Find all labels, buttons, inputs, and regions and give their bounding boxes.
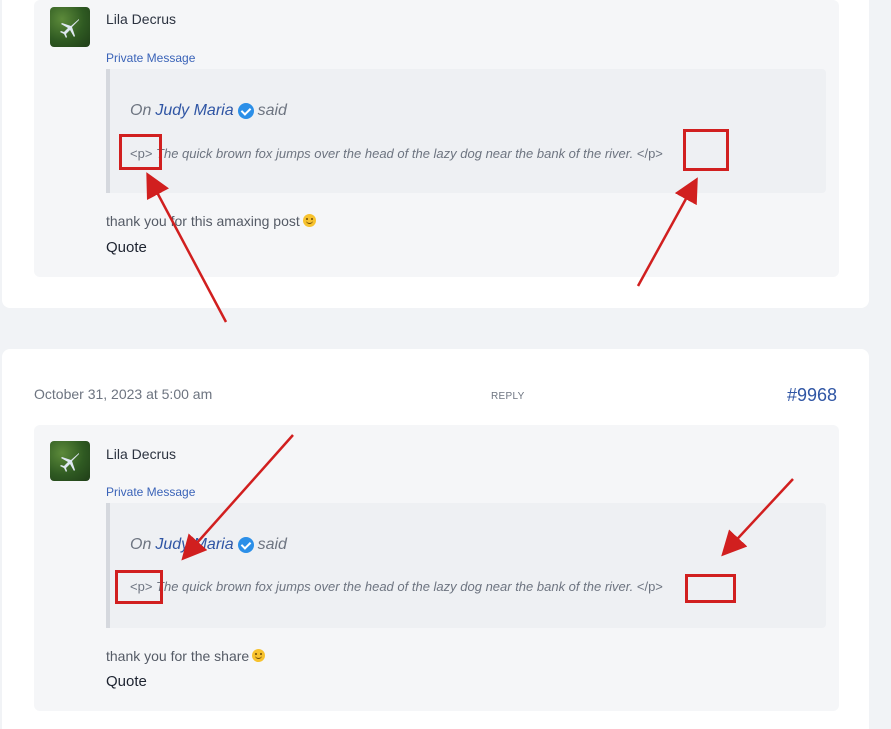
annotation-box-open-tag-1	[119, 134, 162, 170]
quote-prefix: On	[130, 536, 152, 553]
airplane-avatar-icon	[60, 19, 79, 38]
said-label: said	[257, 102, 287, 119]
quote-block	[106, 503, 826, 628]
private-message-link[interactable]: Private Message	[106, 51, 195, 65]
airplane-avatar-icon	[60, 453, 79, 472]
private-message-link[interactable]: Private Message	[106, 485, 195, 499]
author-avatar[interactable]	[50, 441, 90, 481]
slightly-smiling-face-icon	[252, 649, 266, 662]
post-date: October 31, 2023 at 5:00 am	[34, 386, 213, 402]
verified-check-icon	[237, 537, 254, 553]
quoted-author-link[interactable]: Judy Maria	[155, 102, 233, 120]
quoted-author-link[interactable]: Judy Maria	[155, 536, 233, 554]
comment-body: thank you for the share	[106, 648, 250, 664]
quote-attribution: On Judy Maria said	[130, 102, 287, 120]
annotation-box-open-tag-2	[115, 570, 163, 604]
quote-button[interactable]: Quote	[106, 239, 147, 256]
quote-text: <p> The quick brown fox jumps over the h…	[130, 146, 663, 161]
comment-text: thank you for this amaxing post	[106, 213, 316, 229]
annotation-box-close-tag-1	[683, 129, 729, 171]
quote-body: The quick brown fox jumps over the head …	[156, 146, 634, 161]
post-number-link[interactable]: #9968	[787, 385, 837, 406]
quote-prefix: On	[130, 102, 152, 119]
quote-close-tag: </p>	[636, 579, 663, 594]
author-name[interactable]: Lila Decrus	[106, 446, 176, 462]
said-label: said	[257, 536, 287, 553]
author-avatar[interactable]	[50, 7, 90, 47]
author-name[interactable]: Lila Decrus	[106, 11, 176, 27]
slightly-smiling-face-icon	[302, 214, 316, 227]
annotation-box-close-tag-2	[685, 574, 736, 603]
quote-body: The quick brown fox jumps over the head …	[156, 579, 634, 594]
verified-check-icon	[237, 103, 254, 119]
comment-body: thank you for this amaxing post	[106, 213, 300, 229]
quote-close-tag: </p>	[636, 146, 663, 161]
comment-text: thank you for the share	[106, 648, 266, 664]
quote-text: <p> The quick brown fox jumps over the h…	[130, 579, 663, 594]
reply-button[interactable]: REPLY	[491, 391, 525, 402]
quote-attribution: On Judy Maria said	[130, 536, 287, 554]
quote-button[interactable]: Quote	[106, 673, 147, 690]
